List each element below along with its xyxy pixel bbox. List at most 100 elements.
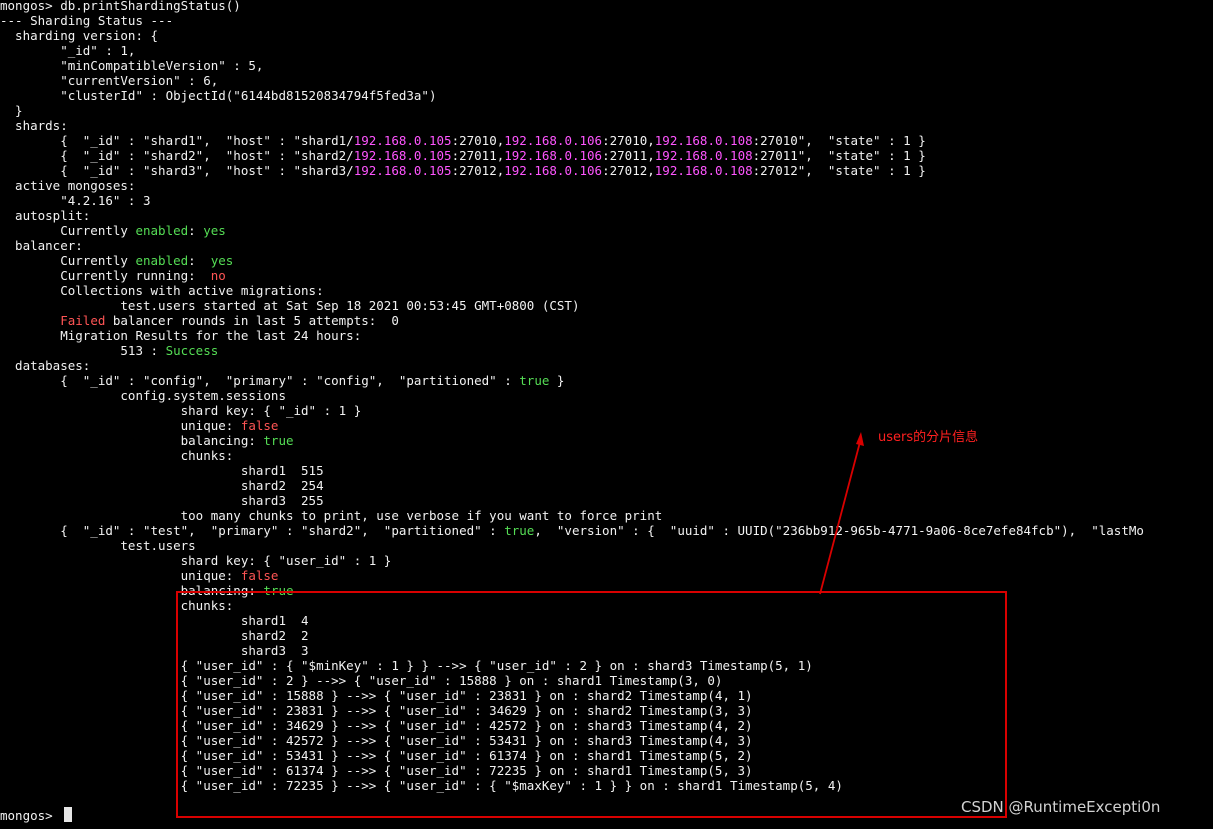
terminal-text-segment: { "_id" : "shard1", "host" : "shard1/ <box>0 133 354 148</box>
terminal-line: --- Sharding Status --- <box>0 13 181 28</box>
terminal-text-segment: yes <box>203 223 226 238</box>
terminal-line: { "_id" : "shard2", "host" : "shard2/192… <box>0 148 926 163</box>
terminal-text-segment: shard key: { "_id" : 1 } <box>0 403 362 418</box>
terminal-text-segment: :27010", "state" : 1 } <box>752 133 926 148</box>
terminal-line: test.users <box>0 538 196 553</box>
terminal-line: shard1 515 <box>0 463 324 478</box>
terminal-line: "currentVersion" : 6, <box>0 73 218 88</box>
terminal-line: unique: false <box>0 568 279 583</box>
terminal-text-segment: :27010, <box>602 133 655 148</box>
terminal-text-segment: unique: <box>0 568 241 583</box>
terminal-text-segment: : <box>188 253 211 268</box>
terminal-text-segment: active mongoses: <box>0 178 136 193</box>
terminal-line: databases: <box>0 358 90 373</box>
terminal-line: sharding version: { <box>0 28 158 43</box>
text-cursor <box>64 807 72 822</box>
terminal-text-segment: { "_id" : "shard2", "host" : "shard2/ <box>0 148 354 163</box>
users-chunks-highlight-box <box>176 591 1007 818</box>
terminal-text-segment: :27012, <box>602 163 655 178</box>
terminal-text-segment: "clusterId" : ObjectId("6144bd8152083479… <box>0 88 437 103</box>
terminal-text-segment: --- Sharding Status --- <box>0 13 181 28</box>
terminal-text-segment: :27012, <box>451 163 505 178</box>
terminal-text-segment: :27011, <box>451 148 505 163</box>
terminal-text-segment: Failed <box>60 313 106 328</box>
terminal-text-segment: databases: <box>0 358 91 373</box>
terminal-text-segment: enabled <box>135 253 189 268</box>
terminal-line: } <box>0 103 23 118</box>
terminal-text-segment: 192.168.0.108 <box>654 133 753 148</box>
terminal-text-segment: too many chunks to print, use verbose if… <box>0 508 663 523</box>
terminal-text-segment: } <box>549 373 565 388</box>
terminal-line: config.system.sessions <box>0 388 286 403</box>
terminal-line: { "_id" : "test", "primary" : "shard2", … <box>0 523 1144 538</box>
terminal-line: Migration Results for the last 24 hours: <box>0 328 369 343</box>
terminal-text-segment: 513 : <box>0 343 166 358</box>
terminal-text-segment: config.system.sessions <box>0 388 286 403</box>
terminal-text-segment: balancing: <box>0 433 264 448</box>
terminal-line: autosplit: <box>0 208 90 223</box>
terminal-text-segment: 192.168.0.106 <box>504 133 603 148</box>
terminal-text-segment: :27010, <box>451 133 505 148</box>
terminal-line: mongos> <box>0 808 60 823</box>
terminal-text-segment: :27011, <box>602 148 655 163</box>
terminal-text-segment: test.users <box>0 538 196 553</box>
terminal-text-segment: 192.168.0.106 <box>504 148 603 163</box>
terminal-line: { "_id" : "shard3", "host" : "shard3/192… <box>0 163 926 178</box>
terminal-text-segment: shard2 254 <box>0 478 324 493</box>
terminal-text-segment: no <box>210 268 226 283</box>
terminal-text-segment: , "version" : { "uuid" : UUID("236bb912-… <box>534 523 1144 538</box>
terminal-line: shard key: { "user_id" : 1 } <box>0 553 392 568</box>
terminal-line: balancer: <box>0 238 83 253</box>
terminal-text-segment: shard3 255 <box>0 493 324 508</box>
terminal-text-segment: true <box>263 433 294 448</box>
terminal-line: "clusterId" : ObjectId("6144bd8152083479… <box>0 88 437 103</box>
terminal-text-segment: 192.168.0.105 <box>353 133 452 148</box>
terminal-line: balancing: true <box>0 433 294 448</box>
terminal-line: shard2 254 <box>0 478 324 493</box>
terminal-text-segment: mongos> db.printShardingStatus() <box>0 0 241 13</box>
terminal-text-segment: Currently <box>0 223 136 238</box>
terminal-text-segment: : <box>188 223 204 238</box>
terminal-text-segment: } <box>0 103 23 118</box>
terminal-text-segment: { "_id" : "shard3", "host" : "shard3/ <box>0 163 354 178</box>
terminal-text-segment: "minCompatibleVersion" : 5, <box>0 58 264 73</box>
terminal-text-segment: test.users started at Sat Sep 18 2021 00… <box>0 298 580 313</box>
terminal-line: Currently enabled: yes <box>0 253 233 268</box>
terminal-line: "4.2.16" : 3 <box>0 193 151 208</box>
terminal-line: shards: <box>0 118 68 133</box>
terminal-line: shard3 255 <box>0 493 324 508</box>
terminal-text-segment: { "_id" : "test", "primary" : "shard2", … <box>0 523 505 538</box>
terminal-line: "minCompatibleVersion" : 5, <box>0 58 263 73</box>
terminal-line: { "_id" : "config", "primary" : "config"… <box>0 373 564 388</box>
terminal-line: shard key: { "_id" : 1 } <box>0 403 362 418</box>
terminal-line: test.users started at Sat Sep 18 2021 00… <box>0 298 579 313</box>
terminal-text-segment: shard key: { "user_id" : 1 } <box>0 553 392 568</box>
terminal-text-segment: "4.2.16" : 3 <box>0 193 151 208</box>
terminal-text-segment: false <box>240 418 279 433</box>
terminal-text-segment: Currently <box>0 253 136 268</box>
terminal-window[interactable]: mongos> db.printShardingStatus() --- Shar… <box>0 0 1213 829</box>
terminal-text-segment: enabled <box>135 223 189 238</box>
terminal-text-segment: Currently running: <box>0 268 211 283</box>
terminal-line: Collections with active migrations: <box>0 283 331 298</box>
terminal-line: "_id" : 1, <box>0 43 135 58</box>
terminal-text-segment: { "_id" : "config", "primary" : "config"… <box>0 373 520 388</box>
terminal-text-segment: balancer rounds in last 5 attempts: 0 <box>105 313 399 328</box>
terminal-text-segment: 192.168.0.108 <box>654 148 753 163</box>
annotation-label: users的分片信息 <box>878 430 979 445</box>
terminal-text-segment: "_id" : 1, <box>0 43 136 58</box>
terminal-text-segment: :27012", "state" : 1 } <box>752 163 926 178</box>
terminal-line: 513 : Success <box>0 343 218 358</box>
terminal-text-segment: false <box>240 568 279 583</box>
terminal-line: too many chunks to print, use verbose if… <box>0 508 663 523</box>
terminal-text-segment: 192.168.0.105 <box>353 163 452 178</box>
terminal-text-segment: mongos> <box>0 808 61 823</box>
terminal-line: Currently enabled: yes <box>0 223 226 238</box>
terminal-text-segment: 192.168.0.105 <box>353 148 452 163</box>
terminal-text-segment: Migration Results for the last 24 hours: <box>0 328 369 343</box>
terminal-line: unique: false <box>0 418 279 433</box>
terminal-line: mongos> db.printShardingStatus() <box>0 0 241 13</box>
terminal-line: { "_id" : "shard1", "host" : "shard1/192… <box>0 133 926 148</box>
terminal-text-segment: balancer: <box>0 238 83 253</box>
